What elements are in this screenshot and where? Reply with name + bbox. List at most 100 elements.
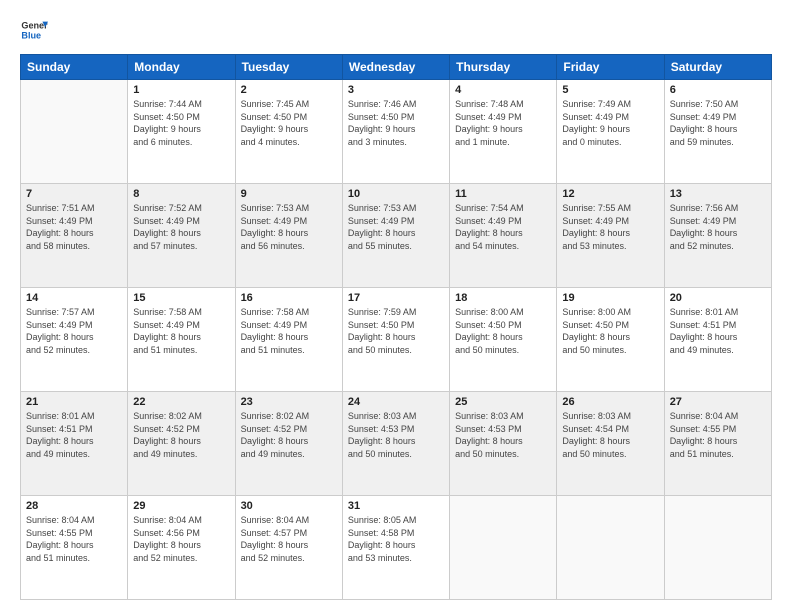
calendar-cell: 28 Sunrise: 8:04 AM Sunset: 4:55 PM Dayli… xyxy=(21,496,128,600)
day-info: Sunrise: 7:53 AM Sunset: 4:49 PM Dayligh… xyxy=(348,202,444,252)
weekday-header-friday: Friday xyxy=(557,55,664,80)
calendar-table: SundayMondayTuesdayWednesdayThursdayFrid… xyxy=(20,54,772,600)
day-number: 12 xyxy=(562,188,658,200)
day-number: 15 xyxy=(133,292,229,304)
day-info: Sunrise: 8:02 AM Sunset: 4:52 PM Dayligh… xyxy=(241,410,337,460)
calendar-cell: 27 Sunrise: 8:04 AM Sunset: 4:55 PM Dayli… xyxy=(664,392,771,496)
calendar-cell: 3Sunrise: 7:46 AM Sunset: 4:50 PM Daylig… xyxy=(342,80,449,184)
weekday-header-monday: Monday xyxy=(128,55,235,80)
calendar-cell: 14 Sunrise: 7:57 AM Sunset: 4:49 PM Dayli… xyxy=(21,288,128,392)
day-number: 9 xyxy=(241,188,337,200)
weekday-header-row: SundayMondayTuesdayWednesdayThursdayFrid… xyxy=(21,55,772,80)
day-number: 18 xyxy=(455,292,551,304)
day-info: Sunrise: 7:57 AM Sunset: 4:49 PM Dayligh… xyxy=(26,306,122,356)
day-number: 2 xyxy=(241,84,337,96)
day-number: 23 xyxy=(241,396,337,408)
weekday-header-tuesday: Tuesday xyxy=(235,55,342,80)
page: General Blue SundayMondayTuesdayWednesda… xyxy=(0,0,792,612)
day-info: Sunrise: 7:45 AM Sunset: 4:50 PM Dayligh… xyxy=(241,98,337,148)
day-number: 10 xyxy=(348,188,444,200)
calendar-week-row: 28 Sunrise: 8:04 AM Sunset: 4:55 PM Dayli… xyxy=(21,496,772,600)
day-number: 27 xyxy=(670,396,766,408)
calendar-cell: 26 Sunrise: 8:03 AM Sunset: 4:54 PM Dayli… xyxy=(557,392,664,496)
calendar-cell: 30Sunrise: 8:04 AM Sunset: 4:57 PM Dayli… xyxy=(235,496,342,600)
day-number: 21 xyxy=(26,396,122,408)
calendar-cell: 18 Sunrise: 8:00 AM Sunset: 4:50 PM Dayli… xyxy=(450,288,557,392)
calendar-cell: 16 Sunrise: 7:58 AM Sunset: 4:49 PM Dayli… xyxy=(235,288,342,392)
calendar-week-row: 21 Sunrise: 8:01 AM Sunset: 4:51 PM Dayli… xyxy=(21,392,772,496)
calendar-cell xyxy=(21,80,128,184)
day-info: Sunrise: 7:54 AM Sunset: 4:49 PM Dayligh… xyxy=(455,202,551,252)
calendar-week-row: 7 Sunrise: 7:51 AM Sunset: 4:49 PM Daylig… xyxy=(21,184,772,288)
day-number: 31 xyxy=(348,500,444,512)
day-info: Sunrise: 8:00 AM Sunset: 4:50 PM Dayligh… xyxy=(562,306,658,356)
day-number: 6 xyxy=(670,84,766,96)
day-info: Sunrise: 8:01 AM Sunset: 4:51 PM Dayligh… xyxy=(670,306,766,356)
day-info: Sunrise: 7:44 AM Sunset: 4:50 PM Dayligh… xyxy=(133,98,229,148)
calendar-cell: 1 Sunrise: 7:44 AM Sunset: 4:50 PM Daylig… xyxy=(128,80,235,184)
calendar-cell: 20 Sunrise: 8:01 AM Sunset: 4:51 PM Dayli… xyxy=(664,288,771,392)
day-info: Sunrise: 7:56 AM Sunset: 4:49 PM Dayligh… xyxy=(670,202,766,252)
calendar-cell: 21 Sunrise: 8:01 AM Sunset: 4:51 PM Dayli… xyxy=(21,392,128,496)
day-info: Sunrise: 8:00 AM Sunset: 4:50 PM Dayligh… xyxy=(455,306,551,356)
calendar-cell: 12Sunrise: 7:55 AM Sunset: 4:49 PM Dayli… xyxy=(557,184,664,288)
day-info: Sunrise: 7:49 AM Sunset: 4:49 PM Dayligh… xyxy=(562,98,658,148)
weekday-header-wednesday: Wednesday xyxy=(342,55,449,80)
calendar-cell: 9 Sunrise: 7:53 AM Sunset: 4:49 PM Daylig… xyxy=(235,184,342,288)
weekday-header-thursday: Thursday xyxy=(450,55,557,80)
day-number: 26 xyxy=(562,396,658,408)
day-info: Sunrise: 7:52 AM Sunset: 4:49 PM Dayligh… xyxy=(133,202,229,252)
calendar-cell: 6 Sunrise: 7:50 AM Sunset: 4:49 PM Daylig… xyxy=(664,80,771,184)
calendar-cell: 15 Sunrise: 7:58 AM Sunset: 4:49 PM Dayli… xyxy=(128,288,235,392)
day-info: Sunrise: 7:53 AM Sunset: 4:49 PM Dayligh… xyxy=(241,202,337,252)
calendar-cell: 29Sunrise: 8:04 AM Sunset: 4:56 PM Dayli… xyxy=(128,496,235,600)
day-info: Sunrise: 7:51 AM Sunset: 4:49 PM Dayligh… xyxy=(26,202,122,252)
day-number: 14 xyxy=(26,292,122,304)
day-number: 29 xyxy=(133,500,229,512)
day-info: Sunrise: 8:04 AM Sunset: 4:57 PM Dayligh… xyxy=(241,514,337,564)
day-number: 20 xyxy=(670,292,766,304)
svg-text:Blue: Blue xyxy=(21,30,41,40)
day-info: Sunrise: 8:04 AM Sunset: 4:55 PM Dayligh… xyxy=(26,514,122,564)
calendar-cell: 2 Sunrise: 7:45 AM Sunset: 4:50 PM Daylig… xyxy=(235,80,342,184)
day-number: 25 xyxy=(455,396,551,408)
calendar-cell: 11Sunrise: 7:54 AM Sunset: 4:49 PM Dayli… xyxy=(450,184,557,288)
calendar-week-row: 14 Sunrise: 7:57 AM Sunset: 4:49 PM Dayli… xyxy=(21,288,772,392)
day-number: 7 xyxy=(26,188,122,200)
calendar-cell: 31 Sunrise: 8:05 AM Sunset: 4:58 PM Dayli… xyxy=(342,496,449,600)
day-number: 24 xyxy=(348,396,444,408)
day-info: Sunrise: 8:05 AM Sunset: 4:58 PM Dayligh… xyxy=(348,514,444,564)
day-number: 16 xyxy=(241,292,337,304)
day-info: Sunrise: 7:58 AM Sunset: 4:49 PM Dayligh… xyxy=(241,306,337,356)
calendar-cell: 19 Sunrise: 8:00 AM Sunset: 4:50 PM Dayli… xyxy=(557,288,664,392)
day-info: Sunrise: 8:02 AM Sunset: 4:52 PM Dayligh… xyxy=(133,410,229,460)
day-info: Sunrise: 7:58 AM Sunset: 4:49 PM Dayligh… xyxy=(133,306,229,356)
calendar-cell xyxy=(557,496,664,600)
day-info: Sunrise: 7:48 AM Sunset: 4:49 PM Dayligh… xyxy=(455,98,551,148)
day-info: Sunrise: 7:50 AM Sunset: 4:49 PM Dayligh… xyxy=(670,98,766,148)
calendar-cell: 5 Sunrise: 7:49 AM Sunset: 4:49 PM Daylig… xyxy=(557,80,664,184)
day-number: 5 xyxy=(562,84,658,96)
day-info: Sunrise: 8:03 AM Sunset: 4:53 PM Dayligh… xyxy=(348,410,444,460)
day-info: Sunrise: 7:46 AM Sunset: 4:50 PM Dayligh… xyxy=(348,98,444,148)
calendar-week-row: 1 Sunrise: 7:44 AM Sunset: 4:50 PM Daylig… xyxy=(21,80,772,184)
day-info: Sunrise: 8:03 AM Sunset: 4:54 PM Dayligh… xyxy=(562,410,658,460)
day-number: 19 xyxy=(562,292,658,304)
weekday-header-saturday: Saturday xyxy=(664,55,771,80)
day-info: Sunrise: 8:04 AM Sunset: 4:55 PM Dayligh… xyxy=(670,410,766,460)
day-number: 1 xyxy=(133,84,229,96)
day-info: Sunrise: 7:59 AM Sunset: 4:50 PM Dayligh… xyxy=(348,306,444,356)
logo-icon: General Blue xyxy=(20,16,48,44)
day-info: Sunrise: 8:01 AM Sunset: 4:51 PM Dayligh… xyxy=(26,410,122,460)
calendar-cell: 4Sunrise: 7:48 AM Sunset: 4:49 PM Daylig… xyxy=(450,80,557,184)
calendar-cell: 22Sunrise: 8:02 AM Sunset: 4:52 PM Dayli… xyxy=(128,392,235,496)
calendar-cell: 25 Sunrise: 8:03 AM Sunset: 4:53 PM Dayli… xyxy=(450,392,557,496)
calendar-cell xyxy=(450,496,557,600)
day-info: Sunrise: 8:03 AM Sunset: 4:53 PM Dayligh… xyxy=(455,410,551,460)
calendar-cell: 10 Sunrise: 7:53 AM Sunset: 4:49 PM Dayli… xyxy=(342,184,449,288)
day-number: 28 xyxy=(26,500,122,512)
header: General Blue xyxy=(20,16,772,44)
day-number: 17 xyxy=(348,292,444,304)
calendar-cell: 13Sunrise: 7:56 AM Sunset: 4:49 PM Dayli… xyxy=(664,184,771,288)
day-number: 8 xyxy=(133,188,229,200)
